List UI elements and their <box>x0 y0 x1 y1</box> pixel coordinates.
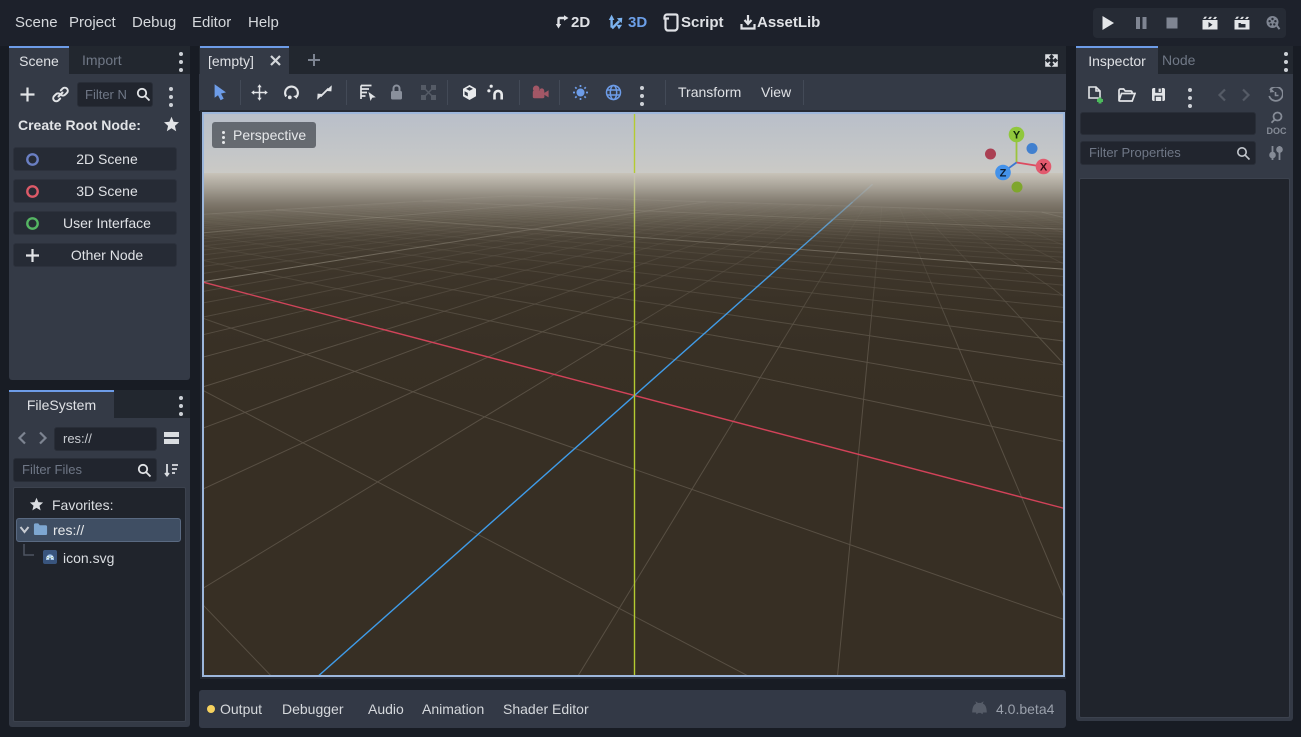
svg-text:DOC: DOC <box>1267 126 1288 136</box>
svg-text:Y: Y <box>1013 130 1021 142</box>
svg-text:Z: Z <box>1000 168 1007 180</box>
svg-text:X: X <box>1040 162 1048 174</box>
